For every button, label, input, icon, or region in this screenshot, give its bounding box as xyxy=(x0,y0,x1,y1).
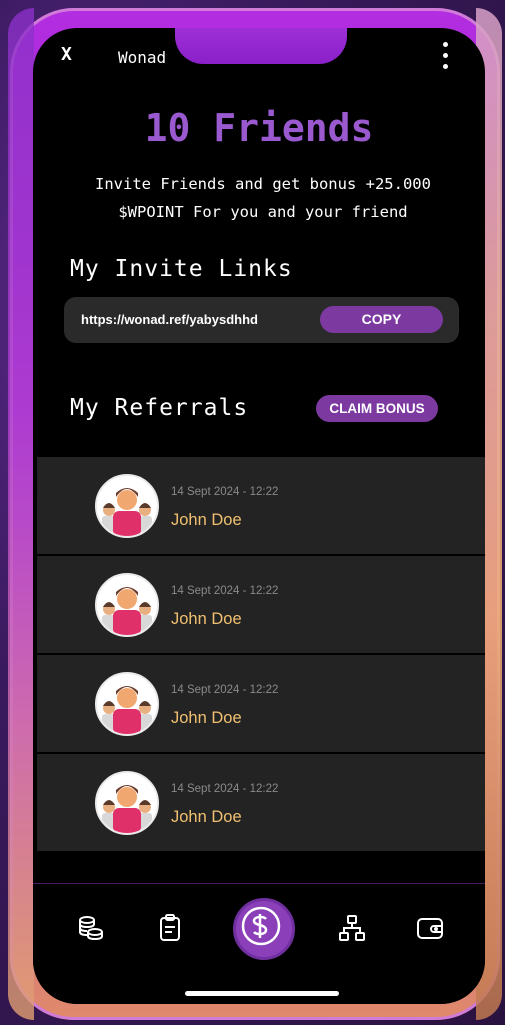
invite-link-text: https://wonad.ref/yabysdhhd xyxy=(81,312,258,327)
invite-link-box: https://wonad.ref/yabysdhhd COPY xyxy=(64,297,459,343)
bonus-description: Invite Friends and get bonus +25.000 $WP… xyxy=(73,170,453,226)
referral-date: 14 Sept 2024 - 12:22 xyxy=(171,585,279,597)
referral-row[interactable]: 14 Sept 2024 - 12:22 John Doe xyxy=(37,754,485,851)
dollar-button[interactable] xyxy=(233,898,295,960)
avatar xyxy=(95,771,159,835)
dollar-icon xyxy=(241,906,281,946)
wallet-icon[interactable] xyxy=(415,913,445,943)
group-avatar-icon xyxy=(97,674,157,734)
friends-count-headline: 10 Friends xyxy=(144,106,374,150)
referral-name: John Doe xyxy=(171,511,242,529)
referral-date: 14 Sept 2024 - 12:22 xyxy=(171,783,279,795)
referral-name: John Doe xyxy=(171,709,242,727)
bonus-description-line1: Invite Friends and get bonus +25.000 xyxy=(95,175,431,193)
avatar xyxy=(95,573,159,637)
more-menu-icon[interactable] xyxy=(443,42,449,72)
referral-name: John Doe xyxy=(171,808,242,826)
referrals-title: My Referrals xyxy=(70,395,249,421)
close-button[interactable]: X xyxy=(61,44,72,65)
referral-list: 14 Sept 2024 - 12:22 John Doe 14 Sept 20… xyxy=(37,457,485,853)
copy-button[interactable]: COPY xyxy=(320,306,443,333)
invite-links-title: My Invite Links xyxy=(70,256,293,282)
group-avatar-icon xyxy=(97,476,157,536)
claim-bonus-button[interactable]: CLAIM BONUS xyxy=(316,395,438,422)
home-indicator[interactable] xyxy=(185,991,339,996)
bottom-nav xyxy=(33,883,485,1004)
phone-screen: X Wonad 10 Friends Invite Friends and ge… xyxy=(33,28,485,1004)
frame-left-glow xyxy=(8,8,34,1020)
avatar xyxy=(95,672,159,736)
referral-row[interactable]: 14 Sept 2024 - 12:22 John Doe xyxy=(37,457,485,554)
referral-date: 14 Sept 2024 - 12:22 xyxy=(171,684,279,696)
bonus-description-line2: $WPOINT For you and your friend xyxy=(118,203,408,221)
referral-date: 14 Sept 2024 - 12:22 xyxy=(171,486,279,498)
app-title: Wonad xyxy=(118,48,167,67)
group-avatar-icon xyxy=(97,575,157,635)
referral-row[interactable]: 14 Sept 2024 - 12:22 John Doe xyxy=(37,655,485,752)
notch xyxy=(175,28,347,64)
referral-row[interactable]: 14 Sept 2024 - 12:22 John Doe xyxy=(37,556,485,653)
group-avatar-icon xyxy=(97,773,157,833)
clipboard-icon[interactable] xyxy=(155,913,185,943)
avatar xyxy=(95,474,159,538)
referral-name: John Doe xyxy=(171,610,242,628)
coins-icon[interactable] xyxy=(76,913,106,943)
network-icon[interactable] xyxy=(337,913,367,943)
